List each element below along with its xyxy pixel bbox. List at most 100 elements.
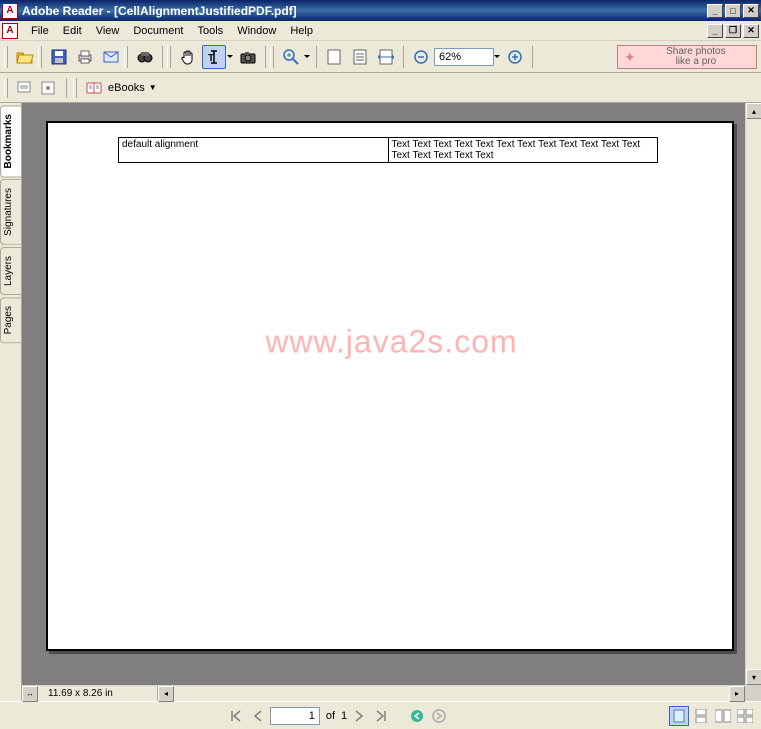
zoom-in-icon — [283, 49, 299, 65]
page-dimensions: 11.69 x 8.26 in — [38, 686, 158, 701]
vertical-scrollbar[interactable]: ▴ ▾ — [745, 103, 761, 685]
navigation-panel: Bookmarks Signatures Layers Pages — [0, 103, 22, 701]
document-icon[interactable]: A — [2, 23, 18, 39]
actual-size-button[interactable] — [322, 45, 346, 69]
continuous-facing-icon — [737, 709, 753, 723]
fit-page-button[interactable] — [348, 45, 372, 69]
toolbar-separator — [66, 78, 67, 98]
next-page-button[interactable] — [349, 706, 369, 726]
menu-window[interactable]: Window — [230, 23, 283, 39]
menu-edit[interactable]: Edit — [56, 23, 89, 39]
first-page-button[interactable] — [226, 706, 246, 726]
window-title: Adobe Reader - [CellAlignmentJustifiedPD… — [22, 4, 707, 18]
text-tool-dropdown[interactable] — [225, 46, 235, 68]
secondary-toolbar: eBooks ▼ — [0, 73, 761, 103]
plus-circle-icon — [508, 50, 522, 64]
toolbar-grip[interactable] — [270, 46, 274, 68]
scroll-right-button[interactable]: ▸ — [729, 686, 745, 702]
folder-open-icon — [16, 49, 34, 65]
zoom-in-button[interactable] — [279, 45, 303, 69]
page-navigation: of 1 — [226, 706, 449, 726]
search-button[interactable] — [133, 45, 157, 69]
share-photos-promo[interactable]: ✦ Share photos like a pro — [617, 45, 757, 69]
back-circle-icon — [410, 709, 424, 723]
facing-view-button[interactable] — [713, 706, 733, 726]
single-page-view-button[interactable] — [669, 706, 689, 726]
mdi-restore-button[interactable]: ❐ — [725, 24, 741, 38]
toolbar-grip[interactable] — [73, 78, 77, 98]
ebooks-icon — [86, 80, 104, 96]
toolbar-grip[interactable] — [4, 46, 8, 68]
text-cursor-icon: T — [206, 49, 222, 65]
minimize-button[interactable]: _ — [707, 4, 723, 18]
toolbar-separator — [265, 46, 266, 68]
page-number-input[interactable] — [270, 707, 320, 725]
save-button[interactable] — [47, 45, 71, 69]
toolbar-separator — [532, 46, 533, 68]
horizontal-scrollbar[interactable]: ↔ 11.69 x 8.26 in ◂ ▸ — [22, 685, 745, 701]
hand-tool-button[interactable] — [176, 45, 200, 69]
close-button[interactable]: ✕ — [743, 4, 759, 18]
next-icon — [354, 710, 364, 722]
share-line2: like a pro — [642, 57, 750, 67]
share-line1: Share photos — [642, 47, 750, 57]
continuous-facing-view-button[interactable] — [735, 706, 755, 726]
page-total: 1 — [341, 710, 347, 722]
maximize-button[interactable]: □ — [725, 4, 741, 18]
tab-signatures[interactable]: Signatures — [0, 179, 21, 245]
text-select-tool-button[interactable]: T — [202, 45, 226, 69]
tab-bookmarks[interactable]: Bookmarks — [0, 105, 21, 177]
binoculars-icon — [137, 49, 153, 65]
review-button[interactable] — [12, 76, 36, 100]
menu-file[interactable]: File — [24, 23, 56, 39]
continuous-view-button[interactable] — [691, 706, 711, 726]
mdi-minimize-button[interactable]: _ — [707, 24, 723, 38]
mdi-close-button[interactable]: ✕ — [743, 24, 759, 38]
document-scroll-area[interactable]: default alignment Text Text Text Text Te… — [22, 103, 761, 701]
last-page-button[interactable] — [371, 706, 391, 726]
main-toolbar: T ✦ Share photos like a pro — [0, 41, 761, 73]
floppy-icon — [51, 49, 67, 65]
snapshot-tool-button[interactable] — [236, 45, 260, 69]
email-button[interactable] — [99, 45, 123, 69]
zoom-input[interactable] — [434, 48, 494, 66]
single-page-icon — [673, 709, 685, 723]
first-page-icon — [230, 710, 242, 722]
back-button[interactable] — [407, 706, 427, 726]
zoom-out-button[interactable] — [409, 45, 433, 69]
open-button[interactable] — [13, 45, 37, 69]
forward-button[interactable] — [429, 706, 449, 726]
printer-icon — [77, 49, 93, 65]
ebooks-label: eBooks — [108, 82, 145, 94]
menu-document[interactable]: Document — [126, 23, 190, 39]
toolbar-grip[interactable] — [124, 46, 128, 68]
toolbar-grip[interactable] — [167, 46, 171, 68]
toolbar-grip[interactable] — [4, 78, 8, 98]
tab-pages[interactable]: Pages — [0, 297, 21, 343]
mdi-controls: _ ❐ ✕ — [707, 24, 759, 38]
menu-tools[interactable]: Tools — [191, 23, 231, 39]
ebooks-button[interactable]: eBooks ▼ — [81, 77, 162, 99]
dimension-toggle-button[interactable]: ↔ — [22, 686, 38, 702]
stamp-icon — [16, 80, 32, 96]
toolbar-separator — [316, 46, 317, 68]
zoom-in-plus-button[interactable] — [503, 45, 527, 69]
menu-view[interactable]: View — [89, 23, 127, 39]
comment-button[interactable] — [36, 76, 60, 100]
prev-page-button[interactable] — [248, 706, 268, 726]
toolbar-separator — [403, 46, 404, 68]
toolbar-grip[interactable] — [38, 46, 42, 68]
print-button[interactable] — [73, 45, 97, 69]
zoom-tool-dropdown[interactable] — [302, 46, 312, 68]
scroll-up-button[interactable]: ▴ — [746, 103, 761, 119]
scroll-left-button[interactable]: ◂ — [158, 686, 174, 702]
tab-layers[interactable]: Layers — [0, 247, 21, 295]
fit-width-button[interactable] — [374, 45, 398, 69]
zoom-dropdown[interactable] — [492, 46, 502, 68]
minus-circle-icon — [414, 50, 428, 64]
scroll-down-button[interactable]: ▾ — [746, 669, 761, 685]
scroll-track[interactable] — [746, 119, 761, 669]
menu-help[interactable]: Help — [283, 23, 320, 39]
star-icon: ✦ — [624, 50, 636, 64]
note-icon — [40, 80, 56, 96]
